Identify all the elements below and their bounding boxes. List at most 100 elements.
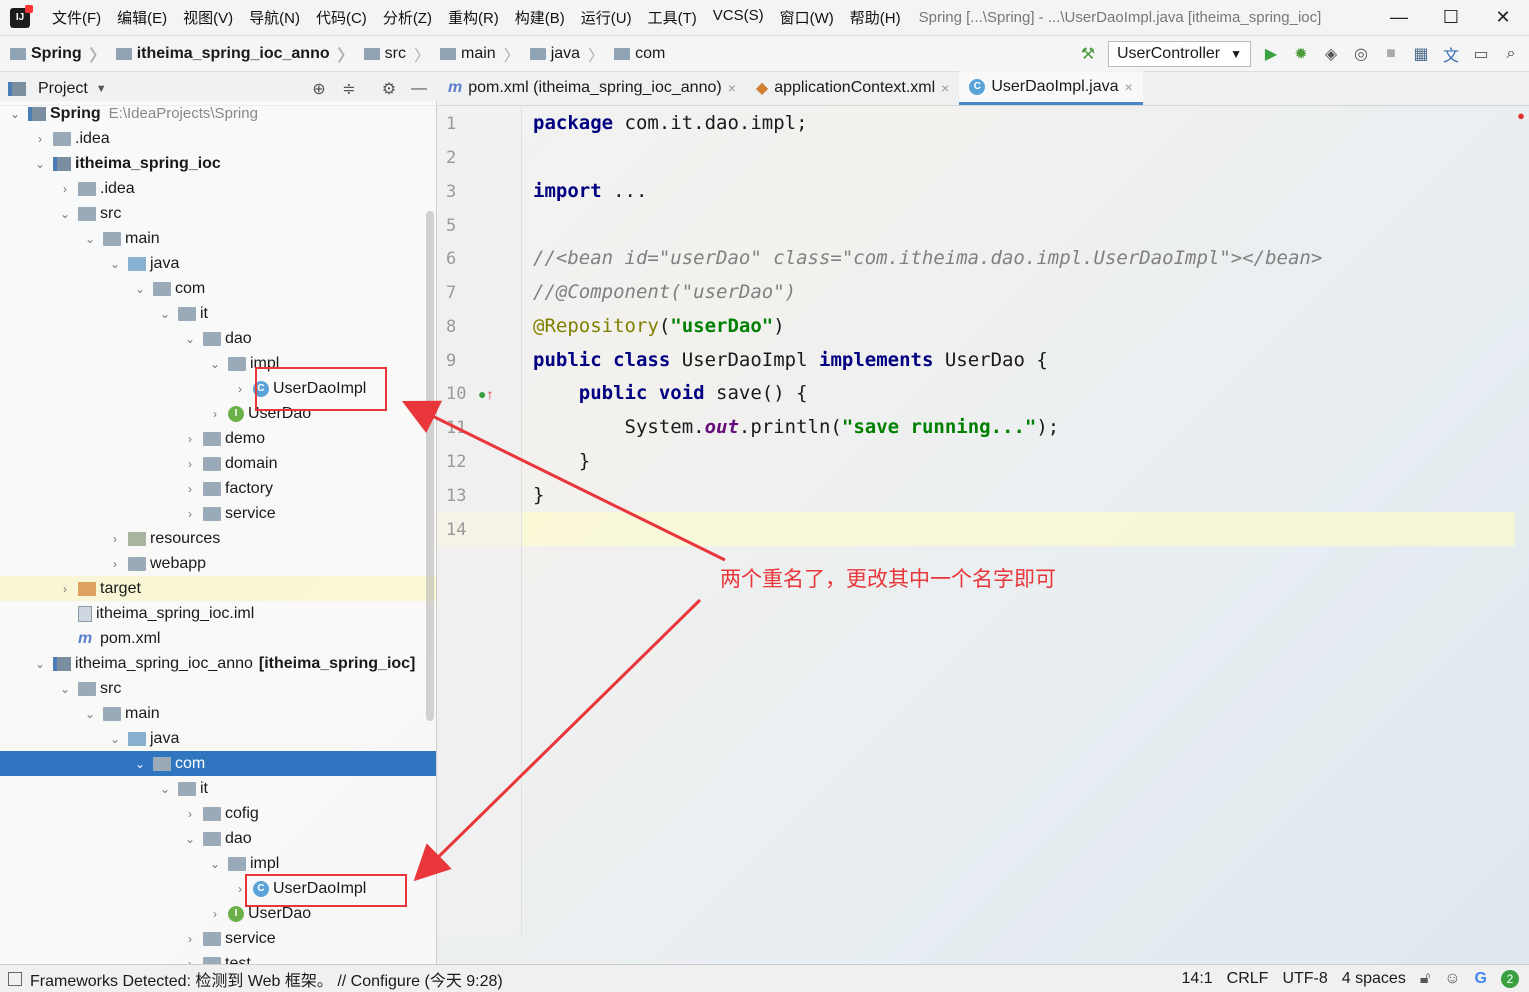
tree-item[interactable]: ⌄ src <box>0 201 436 226</box>
tree-item[interactable]: › .idea <box>0 176 436 201</box>
run-icon[interactable]: ▶ <box>1261 44 1281 64</box>
tree-item[interactable]: ⌄ it <box>0 776 436 801</box>
tree-item[interactable]: › service <box>0 926 436 951</box>
expand-arrow-icon[interactable]: ⌄ <box>83 707 97 721</box>
expand-arrow-icon[interactable]: ⌄ <box>208 857 222 871</box>
lock-icon[interactable]: 🔓︎ <box>1420 970 1430 988</box>
menu-item[interactable]: 代码(C) <box>308 7 375 28</box>
maximize-button[interactable]: ☐ <box>1425 7 1477 28</box>
expand-arrow-icon[interactable]: ⌄ <box>33 657 47 671</box>
tree-item[interactable]: › webapp <box>0 551 436 576</box>
tree-item[interactable]: ⌄ itheima_spring_ioc_anno [itheima_spring_… <box>0 651 436 676</box>
expand-arrow-icon[interactable]: ⌄ <box>58 207 72 221</box>
tree-item[interactable]: › .idea <box>0 126 436 151</box>
collapse-arrow-icon[interactable]: › <box>183 807 197 821</box>
breadcrumb-item[interactable]: Spring 〉 <box>10 42 106 66</box>
tree-item[interactable]: › test <box>0 951 436 965</box>
presentation-icon[interactable]: ▭ <box>1471 44 1491 64</box>
expand-arrow-icon[interactable]: ⌄ <box>83 232 97 246</box>
collapse-arrow-icon[interactable]: › <box>208 907 222 921</box>
expand-arrow-icon[interactable]: ⌄ <box>133 757 147 771</box>
toggle-panels-icon[interactable] <box>8 971 22 986</box>
tree-scrollbar[interactable] <box>426 211 434 721</box>
search-icon[interactable]: ⌕ <box>1501 44 1521 64</box>
breadcrumb-item[interactable]: itheima_spring_ioc_anno 〉 <box>115 42 354 66</box>
chevron-down-icon[interactable]: ▼ <box>96 83 107 95</box>
expand-arrow-icon[interactable]: ⌄ <box>158 782 172 796</box>
tree-item[interactable]: › target <box>0 576 436 601</box>
profile-icon[interactable]: ◎ <box>1351 44 1371 64</box>
tree-item[interactable]: ⌄ src <box>0 676 436 701</box>
tree-item[interactable]: ⌄ java <box>0 251 436 276</box>
error-marker-icon[interactable]: ● <box>1517 108 1525 123</box>
translate-icon[interactable]: 文 <box>1441 44 1461 65</box>
expand-arrow-icon[interactable]: ⌄ <box>208 357 222 371</box>
collapse-arrow-icon[interactable]: › <box>183 507 197 521</box>
coverage-icon[interactable]: ◈ <box>1321 44 1341 64</box>
collapse-arrow-icon[interactable]: › <box>108 532 122 546</box>
file-encoding[interactable]: UTF-8 <box>1282 970 1327 988</box>
build-hammer-icon[interactable]: ⚒ <box>1078 44 1098 64</box>
menu-item[interactable]: 窗口(W) <box>772 7 842 28</box>
tree-item[interactable]: ⌄ Spring E:\IdeaProjects\Spring <box>0 101 436 126</box>
menu-item[interactable]: VCS(S) <box>705 7 772 28</box>
menu-item[interactable]: 重构(R) <box>440 7 507 28</box>
collapse-arrow-icon[interactable]: › <box>183 457 197 471</box>
close-tab-icon[interactable]: × <box>1125 79 1133 95</box>
menu-item[interactable]: 视图(V) <box>175 7 241 28</box>
menu-item[interactable]: 编辑(E) <box>109 7 175 28</box>
collapse-arrow-icon[interactable]: › <box>58 582 72 596</box>
notifications-badge[interactable]: 2 <box>1501 969 1519 988</box>
minimize-button[interactable]: — <box>1373 7 1425 28</box>
expand-arrow-icon[interactable]: ⌄ <box>33 157 47 171</box>
menu-item[interactable]: 工具(T) <box>640 7 705 28</box>
breadcrumb-item[interactable]: com <box>614 45 665 63</box>
expand-arrow-icon[interactable]: ⌄ <box>183 332 197 346</box>
collapse-arrow-icon[interactable]: › <box>108 557 122 571</box>
project-panel-title[interactable]: Project <box>38 80 88 98</box>
menu-item[interactable]: 导航(N) <box>241 7 308 28</box>
menu-item[interactable]: 文件(F) <box>44 7 109 28</box>
tree-item[interactable]: ⌄ itheima_spring_ioc <box>0 151 436 176</box>
tree-item[interactable]: › cofig <box>0 801 436 826</box>
close-tab-icon[interactable]: × <box>728 80 736 96</box>
tree-item[interactable]: › service <box>0 501 436 526</box>
tree-item[interactable]: › domain <box>0 451 436 476</box>
implemented-marker-icon[interactable]: ●↑ <box>478 386 493 402</box>
tree-item[interactable]: ⌄ main <box>0 226 436 251</box>
tree-item[interactable]: ⌄ main <box>0 701 436 726</box>
menu-item[interactable]: 运行(U) <box>573 7 640 28</box>
tree-item[interactable]: ⌄ impl <box>0 851 436 876</box>
status-message[interactable]: Frameworks Detected: 检测到 Web 框架。 // Conf… <box>30 967 503 991</box>
line-separator[interactable]: CRLF <box>1227 970 1269 988</box>
expand-arrow-icon[interactable]: ⌄ <box>108 257 122 271</box>
inspector-icon[interactable]: ☺ <box>1444 970 1460 988</box>
collapse-arrow-icon[interactable]: › <box>183 482 197 496</box>
expand-arrow-icon[interactable]: ⌄ <box>133 282 147 296</box>
close-tab-icon[interactable]: × <box>941 80 949 96</box>
editor-tab[interactable]: m pom.xml (itheima_spring_ioc_anno) × <box>438 71 746 105</box>
tree-item[interactable]: ⌄ com <box>0 751 436 776</box>
menu-item[interactable]: 分析(Z) <box>375 7 440 28</box>
tree-item[interactable]: m pom.xml <box>0 626 436 651</box>
collapse-arrow-icon[interactable]: › <box>208 407 222 421</box>
breadcrumb-item[interactable]: java 〉 <box>529 42 604 66</box>
collapse-all-icon[interactable]: ≑ <box>339 79 359 99</box>
tree-item[interactable]: › demo <box>0 426 436 451</box>
caret-position[interactable]: 14:1 <box>1182 970 1213 988</box>
tree-item[interactable]: ⌄ java <box>0 726 436 751</box>
tree-item[interactable]: ⌄ com <box>0 276 436 301</box>
expand-arrow-icon[interactable]: ⌄ <box>8 107 22 121</box>
collapse-arrow-icon[interactable]: › <box>58 182 72 196</box>
expand-arrow-icon[interactable]: ⌄ <box>183 832 197 846</box>
collapse-arrow-icon[interactable]: › <box>183 957 197 965</box>
tree-item[interactable]: › resources <box>0 526 436 551</box>
menu-item[interactable]: 构建(B) <box>507 7 573 28</box>
tree-item[interactable]: ⌄ dao <box>0 326 436 351</box>
tree-item[interactable]: ⌄ it <box>0 301 436 326</box>
menu-item[interactable]: 帮助(H) <box>842 7 909 28</box>
collapse-arrow-icon[interactable]: › <box>183 932 197 946</box>
indent-setting[interactable]: 4 spaces <box>1342 970 1406 988</box>
editor-tab[interactable]: ◆ applicationContext.xml × <box>746 71 959 105</box>
tree-item[interactable]: ⌄ dao <box>0 826 436 851</box>
